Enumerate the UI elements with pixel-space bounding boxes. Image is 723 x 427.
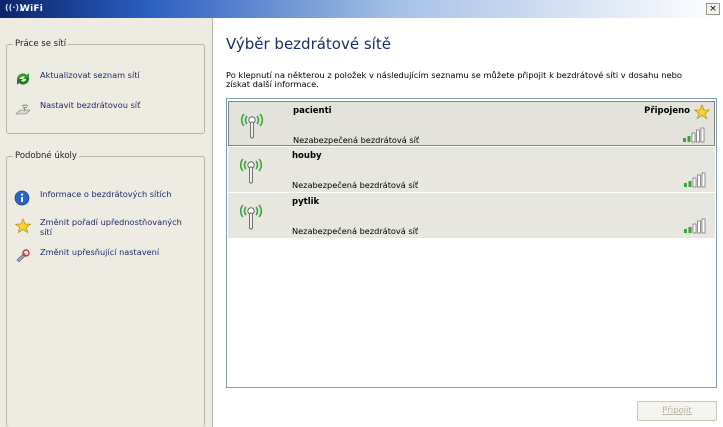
refresh-icon (14, 71, 32, 87)
network-item-houby[interactable]: houby Nezabezpečená bezdrátová síť (228, 147, 715, 192)
network-name: pytlik (292, 197, 320, 207)
signal-strength-icon (682, 127, 708, 143)
preferred-star-icon (693, 104, 711, 120)
wireless-antenna-icon (237, 110, 267, 140)
page-title: Výběr bezdrátové sítě (226, 35, 391, 53)
wireless-antenna-icon (236, 201, 266, 231)
change-network-order-task[interactable]: Změnit pořadí upřednostňovaných sítí (14, 217, 190, 237)
wireless-info-label: Informace o bezdrátových sítích (40, 189, 172, 199)
security-status: Nezabezpečená bezdrátová síť (292, 180, 419, 190)
wireless-setup-icon (14, 101, 32, 117)
instructions-text: Po klepnutí na některou z položek v násl… (226, 70, 682, 89)
title-bar: ((·)) WiFi × (0, 0, 723, 18)
advanced-settings-task[interactable]: Změnit upřesňující nastavení (14, 247, 160, 264)
close-button[interactable]: × (706, 3, 720, 15)
related-tasks-title: Podobné úkoly (13, 150, 79, 162)
refresh-network-list-task[interactable]: Aktualizovat seznam sítí (14, 70, 140, 87)
connect-button[interactable]: Připojit (637, 401, 717, 421)
advanced-settings-label: Změnit upřesňující nastavení (40, 247, 160, 257)
network-name: houby (292, 151, 322, 161)
security-status: Nezabezpečená bezdrátová síť (293, 135, 420, 145)
window-title: WiFi (20, 4, 44, 14)
star-icon (14, 218, 32, 234)
connection-status: Připojeno (644, 106, 690, 116)
setup-wireless-network-task[interactable]: Nastavit bezdrátovou síť (14, 100, 141, 117)
task-pane: Práce se sítí Aktualizovat seznam sítí N… (0, 18, 213, 427)
settings-icon (14, 248, 32, 264)
network-name: pacienti (293, 106, 332, 116)
change-network-order-label: Změnit pořadí upřednostňovaných sítí (40, 217, 182, 237)
network-list[interactable]: pacienti Připojeno Nezabezpečená bezdrát… (226, 98, 717, 388)
wifi-icon: ((·)) (5, 3, 23, 12)
refresh-network-list-label: Aktualizovat seznam sítí (40, 70, 140, 80)
info-icon (14, 190, 32, 206)
network-tasks-group: Práce se sítí (6, 38, 205, 134)
network-item-pacienti[interactable]: pacienti Připojeno Nezabezpečená bezdrát… (228, 101, 715, 146)
wireless-info-task[interactable]: Informace o bezdrátových sítích (14, 189, 172, 206)
setup-wireless-network-label: Nastavit bezdrátovou síť (40, 100, 141, 110)
network-item-pytlik[interactable]: pytlik Nezabezpečená bezdrátová síť (228, 193, 715, 238)
network-tasks-title: Práce se sítí (13, 38, 69, 50)
signal-strength-icon (683, 172, 709, 188)
wireless-antenna-icon (236, 155, 266, 185)
signal-strength-icon (683, 218, 709, 234)
security-status: Nezabezpečená bezdrátová síť (292, 226, 419, 236)
